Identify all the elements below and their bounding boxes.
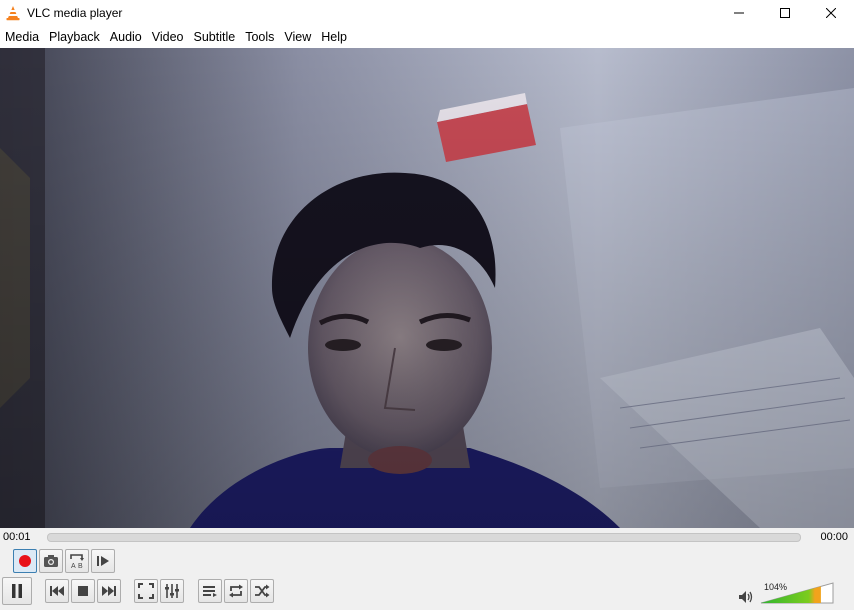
close-icon bbox=[826, 8, 836, 18]
loop-icon bbox=[229, 584, 243, 598]
camera-icon bbox=[44, 555, 58, 567]
shuffle-button[interactable] bbox=[250, 579, 274, 603]
video-display[interactable] bbox=[0, 48, 854, 528]
snapshot-button[interactable] bbox=[39, 549, 63, 573]
extended-settings-button[interactable] bbox=[160, 579, 184, 603]
window-title: VLC media player bbox=[27, 6, 123, 20]
menu-view[interactable]: View bbox=[279, 26, 316, 48]
previous-icon bbox=[50, 586, 64, 596]
record-button[interactable] bbox=[13, 549, 37, 573]
title-bar: VLC media player bbox=[0, 0, 854, 26]
shuffle-icon bbox=[255, 584, 270, 598]
speaker-icon[interactable] bbox=[738, 590, 754, 604]
menu-audio[interactable]: Audio bbox=[105, 26, 147, 48]
webcam-frame bbox=[0, 48, 854, 528]
menu-help[interactable]: Help bbox=[316, 26, 352, 48]
svg-text:B: B bbox=[78, 563, 83, 570]
loop-button[interactable] bbox=[224, 579, 248, 603]
menu-bar: Media Playback Audio Video Subtitle Tool… bbox=[0, 26, 854, 48]
menu-subtitle[interactable]: Subtitle bbox=[189, 26, 241, 48]
close-button[interactable] bbox=[808, 0, 854, 26]
stop-button[interactable] bbox=[71, 579, 95, 603]
frame-step-button[interactable] bbox=[91, 549, 115, 573]
pause-icon bbox=[12, 584, 22, 598]
next-button[interactable] bbox=[97, 579, 121, 603]
loop-ab-icon: A B bbox=[70, 554, 84, 570]
elapsed-time: 00:01 bbox=[3, 531, 31, 543]
menu-playback[interactable]: Playback bbox=[44, 26, 105, 48]
stop-icon bbox=[78, 586, 88, 596]
menu-tools[interactable]: Tools bbox=[240, 26, 279, 48]
playlist-icon bbox=[203, 586, 217, 597]
seek-slider[interactable] bbox=[47, 533, 801, 542]
volume-percentage: 104% bbox=[764, 582, 788, 592]
svg-text:A: A bbox=[71, 563, 76, 570]
total-time[interactable]: 00:00 bbox=[820, 531, 848, 543]
record-icon bbox=[19, 555, 31, 567]
fullscreen-icon bbox=[138, 583, 154, 599]
menu-media[interactable]: Media bbox=[0, 26, 44, 48]
fullscreen-button[interactable] bbox=[134, 579, 158, 603]
loop-ab-button[interactable]: A B bbox=[65, 549, 89, 573]
equalizer-icon bbox=[165, 584, 179, 598]
previous-button[interactable] bbox=[45, 579, 69, 603]
frame-by-frame-icon bbox=[97, 556, 109, 566]
menu-video[interactable]: Video bbox=[147, 26, 189, 48]
maximize-icon bbox=[780, 8, 790, 18]
minimize-icon bbox=[734, 12, 744, 14]
seek-row: 00:01 00:00 bbox=[0, 528, 854, 548]
next-icon bbox=[102, 586, 116, 596]
playlist-button[interactable] bbox=[198, 579, 222, 603]
maximize-button[interactable] bbox=[762, 0, 808, 26]
play-pause-button[interactable] bbox=[2, 577, 32, 605]
vlc-cone-icon bbox=[5, 5, 21, 21]
minimize-button[interactable] bbox=[716, 0, 762, 26]
